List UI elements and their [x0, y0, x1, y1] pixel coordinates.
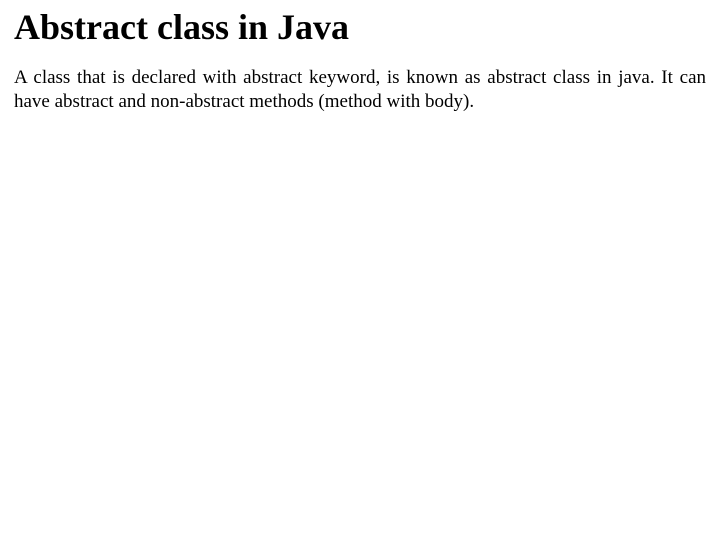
body-paragraph: A class that is declared with abstract k…	[14, 66, 706, 115]
page-title: Abstract class in Java	[14, 8, 706, 48]
